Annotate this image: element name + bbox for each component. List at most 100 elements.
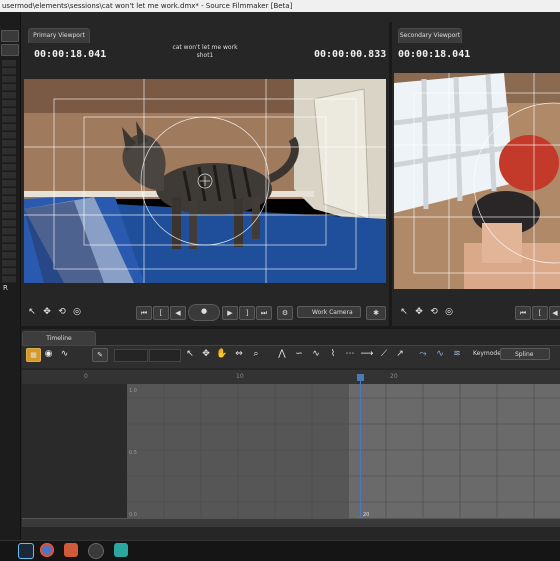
previous-keyframe-button[interactable]: [ [153, 306, 169, 320]
strip-row[interactable] [2, 196, 16, 203]
tab-timeline[interactable]: Timeline [22, 331, 96, 346]
timeline-options-button[interactable]: ✎ [92, 348, 108, 362]
strip-row[interactable] [2, 140, 16, 147]
strip-row[interactable] [2, 260, 16, 267]
primary-timecode-current: 00:00:18.041 [34, 49, 107, 60]
camera-settings-icon[interactable]: ⚙ [277, 306, 293, 320]
value-field-1[interactable] [114, 349, 148, 362]
tab-secondary-viewport[interactable]: Secondary Viewport [398, 28, 462, 43]
skip-to-start-button[interactable]: ⏮ [136, 306, 152, 320]
ruler-label-10: 10 [236, 373, 244, 380]
skip-to-end-button[interactable]: ⏭ [256, 306, 272, 320]
secondary-camera-orbit-icon[interactable]: ◎ [443, 306, 455, 318]
strip-row[interactable] [2, 180, 16, 187]
strip-row[interactable] [2, 156, 16, 163]
strip-row[interactable] [2, 92, 16, 99]
strip-row[interactable] [2, 76, 16, 83]
strip-row[interactable] [2, 108, 16, 115]
strip-row[interactable] [2, 132, 16, 139]
curve-link-icon[interactable]: ≋ [450, 348, 464, 360]
image-viewer-icon[interactable] [64, 543, 78, 557]
tangent-diagonal-icon[interactable]: ⟋ [377, 348, 391, 360]
chat-app-icon[interactable] [114, 543, 128, 557]
strip-button[interactable] [1, 30, 19, 42]
secondary-rotate-tool-icon[interactable]: ⟲ [428, 306, 440, 318]
tab-primary-viewport[interactable]: Primary Viewport [28, 28, 90, 43]
camera-select[interactable]: Work Camera [297, 306, 361, 318]
motion-editor-mode-icon[interactable]: ◉ [42, 348, 55, 360]
playhead-handle-top[interactable] [357, 374, 364, 381]
viewport-options-icon[interactable]: ✱ [366, 306, 386, 320]
secondary-step-back-button[interactable]: ◀ [549, 306, 560, 320]
strip-row[interactable] [2, 228, 16, 235]
play-button[interactable]: ● [188, 304, 220, 321]
keymode-label: Keymode [473, 350, 501, 357]
tangent-step-icon[interactable]: ∽ [292, 348, 306, 360]
strip-row[interactable] [2, 244, 16, 251]
value-field-2[interactable] [149, 349, 181, 362]
primary-viewport-render[interactable] [24, 79, 386, 283]
select-tool-icon[interactable]: ↖ [26, 306, 38, 318]
timeline-scrollbar[interactable] [22, 518, 560, 527]
keymode-select[interactable]: Spline [500, 348, 550, 360]
timeline-select-icon[interactable]: ↖ [184, 348, 196, 360]
ruler-label-0: 0 [84, 373, 88, 380]
zoom-icon[interactable]: ⌕ [250, 348, 262, 360]
rotate-tool-icon[interactable]: ⟲ [56, 306, 68, 318]
timeline-move-icon[interactable]: ✥ [200, 348, 212, 360]
secondary-previous-keyframe-button[interactable]: [ [532, 306, 548, 320]
next-keyframe-button[interactable]: ] [239, 306, 255, 320]
graph-editor-mode-icon[interactable]: ∿ [58, 348, 71, 360]
tangent-ease-icon[interactable]: ⋯ [343, 348, 357, 360]
strip-row[interactable] [2, 100, 16, 107]
strip-row[interactable] [2, 60, 16, 67]
primary-viewport-scene [24, 79, 386, 283]
move-tool-icon[interactable]: ✥ [41, 306, 53, 318]
strip-row[interactable] [2, 116, 16, 123]
playhead-line[interactable] [360, 374, 361, 524]
curve-smooth-icon[interactable]: ∿ [433, 348, 447, 360]
timeline-ruler[interactable] [22, 370, 560, 385]
tangent-arrow-icon[interactable]: ↗ [393, 348, 407, 360]
secondary-viewport-scene [394, 73, 560, 289]
steam-icon[interactable] [18, 543, 34, 559]
viewport-divider[interactable] [389, 22, 392, 327]
strip-row[interactable] [2, 268, 16, 275]
strip-row[interactable] [2, 68, 16, 75]
window-title: usermod\elements\sessions\cat won't let … [2, 2, 293, 10]
tangent-linear-icon[interactable]: ⋀ [275, 348, 289, 360]
hand-pan-icon[interactable]: ✋ [216, 348, 228, 360]
strip-row[interactable] [2, 148, 16, 155]
strip-row[interactable] [2, 212, 16, 219]
graph-label-0-5: 0.5 [129, 450, 137, 456]
strip-row[interactable] [2, 236, 16, 243]
secondary-move-tool-icon[interactable]: ✥ [413, 306, 425, 318]
strip-button[interactable] [1, 44, 19, 56]
clip-editor-mode-button[interactable]: ▦ [26, 348, 41, 362]
secondary-skip-to-start-button[interactable]: ⏮ [515, 306, 531, 320]
strip-row[interactable] [2, 276, 16, 283]
tangent-flat-icon[interactable]: ⌇ [326, 348, 340, 360]
graph-channel-list [22, 384, 127, 518]
curve-auto-icon[interactable]: ⤳ [416, 348, 430, 360]
strip-row[interactable] [2, 204, 16, 211]
scale-icon[interactable]: ⇔ [232, 348, 246, 360]
strip-row[interactable] [2, 220, 16, 227]
filmmaker-icon[interactable] [88, 543, 104, 559]
step-back-button[interactable]: ◀ [170, 306, 186, 320]
strip-row[interactable] [2, 188, 16, 195]
tangent-linear-out-icon[interactable]: ⟶ [360, 348, 374, 360]
camera-orbit-icon[interactable]: ◎ [71, 306, 83, 318]
strip-row[interactable] [2, 124, 16, 131]
strip-row[interactable] [2, 84, 16, 91]
step-forward-button[interactable]: ▶ [222, 306, 238, 320]
browser-icon[interactable] [40, 543, 54, 557]
panel-splitter[interactable] [20, 326, 560, 329]
secondary-viewport-render[interactable] [394, 73, 560, 289]
strip-row[interactable] [2, 172, 16, 179]
tangent-spline-icon[interactable]: ∿ [309, 348, 323, 360]
graph-grid [127, 384, 560, 518]
strip-row[interactable] [2, 164, 16, 171]
strip-row[interactable] [2, 252, 16, 259]
secondary-select-tool-icon[interactable]: ↖ [398, 306, 410, 318]
